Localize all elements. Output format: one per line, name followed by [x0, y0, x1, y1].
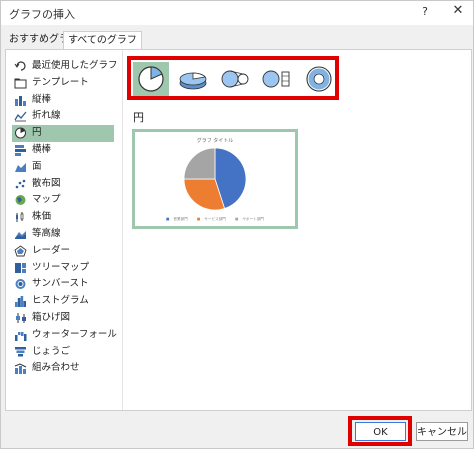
chart-type-label: サンバースト	[32, 278, 89, 290]
bar-chart-icon	[14, 144, 27, 156]
treemap-chart-icon	[14, 262, 27, 274]
pie-slice-3	[183, 147, 216, 180]
area-chart-icon	[14, 161, 27, 173]
chart-type-waterfall-chart[interactable]: ウォーターフォール	[12, 327, 117, 344]
histogram-chart-icon	[14, 295, 27, 308]
chart-type-label: ヒストグラム	[32, 295, 89, 307]
radar-chart-icon	[14, 245, 27, 257]
chart-type-bar-chart[interactable]: 横棒	[12, 142, 114, 159]
bar-of-pie-subtype-icon	[262, 70, 290, 88]
chart-type-box-whisker-chart[interactable]: 箱ひげ図	[12, 310, 114, 327]
chart-type-funnel-chart[interactable]: じょうご	[12, 344, 114, 361]
chart-type-label: 箱ひげ図	[32, 311, 71, 323]
chart-type-line-chart[interactable]: 折れ線	[12, 108, 114, 125]
chart-type-area-chart[interactable]: 面	[12, 159, 114, 176]
chart-type-label: ツリーマップ	[32, 261, 90, 273]
chart-type-scatter-chart[interactable]: 散布図	[12, 176, 114, 193]
3d-pie-subtype-button[interactable]	[175, 62, 211, 96]
chart-type-label: 等高線	[32, 227, 61, 239]
chart-type-label: 横棒	[32, 143, 52, 155]
sunburst-chart-icon	[14, 278, 27, 290]
chart-type-label: テンプレート	[32, 76, 89, 88]
chart-type-combo-chart[interactable]: 組み合わせ	[12, 360, 114, 377]
legend-item-1: ■ 営業部門	[165, 217, 188, 221]
chart-type-surface-chart[interactable]: 等高線	[12, 226, 114, 243]
divider	[122, 50, 123, 410]
section-title: 円	[133, 111, 144, 124]
waterfall-chart-icon	[14, 329, 27, 341]
help-button[interactable]: ?	[418, 5, 432, 21]
pie-subtype-icon	[138, 66, 164, 92]
close-button[interactable]: ✕	[449, 3, 467, 21]
chart-type-label: レーダー	[32, 244, 71, 256]
funnel-chart-icon	[14, 346, 27, 358]
chart-type-column-chart[interactable]: 縦棒	[12, 92, 114, 109]
legend-item-3: ■ サポート部門	[235, 217, 265, 221]
surface-chart-icon	[14, 228, 27, 240]
chart-type-label: 組み合わせ	[32, 362, 80, 374]
stock-chart-icon	[14, 211, 27, 223]
pie-chart-icon	[14, 127, 27, 139]
all-charts-panel: 最近使用したグラフ テンプレート 縦棒 折れ線円横棒面散布図 マップ 株価 等高線 レーダーツ…	[5, 49, 472, 411]
cancel-button[interactable]: キャンセル	[416, 422, 468, 441]
doughnut-subtype-button[interactable]	[301, 62, 337, 96]
map-chart-icon	[14, 194, 27, 206]
title-bar: グラフの挿入 ? ✕	[1, 1, 473, 25]
tab-all-charts[interactable]: すべてのグラフ	[63, 31, 142, 50]
chart-type-histogram-chart[interactable]: ヒストグラム	[12, 293, 114, 310]
chart-type-label: 株価	[32, 211, 52, 223]
3d-pie-subtype-icon	[179, 72, 207, 90]
recent-icon	[14, 60, 27, 72]
chart-type-list: 最近使用したグラフ テンプレート 縦棒折れ線円横棒面散布図マップ株価等高線レーダーツ…	[12, 58, 118, 377]
chart-type-radar-chart[interactable]: レーダー	[12, 243, 114, 260]
folder-icon	[14, 77, 27, 89]
chart-type-sunburst-chart[interactable]: サンバースト	[12, 276, 114, 293]
scatter-chart-icon	[14, 178, 27, 190]
insert-chart-dialog: グラフの挿入 ? ✕ おすすめグラフ すべてのグラフ 最近使用したグラフ テンプレ…	[0, 0, 474, 449]
legend-item-2: ■ サービス部門	[196, 217, 226, 221]
chart-type-label: じょうご	[32, 345, 71, 357]
preview-legend: ■ 営業部門 ■ サービス部門 ■ サポート部門	[135, 217, 295, 222]
chart-type-stock-chart[interactable]: 株価	[12, 209, 114, 226]
chart-preview[interactable]: グラフ タイトル ■ 営業部門 ■ サービス部門 ■ サポート部門	[132, 129, 298, 229]
pie-subtype-button[interactable]	[133, 62, 169, 96]
combo-chart-icon	[14, 362, 27, 375]
chart-type-label: 散布図	[32, 177, 61, 189]
chart-type-label: マップ	[32, 194, 61, 206]
chart-type-label: 最近使用したグラフ	[32, 60, 118, 71]
bar-of-pie-subtype-button[interactable]	[259, 62, 295, 96]
chart-type-label: 円	[32, 127, 42, 139]
ok-button[interactable]: OK	[355, 422, 406, 441]
chart-type-label: 縦棒	[32, 93, 52, 105]
chart-type-label: 折れ線	[32, 110, 61, 122]
doughnut-subtype-icon	[306, 66, 332, 92]
column-chart-icon	[14, 94, 27, 106]
chart-type-label: ウォーターフォール	[32, 328, 117, 340]
chart-type-folder[interactable]: テンプレート	[12, 75, 114, 92]
chart-type-recent[interactable]: 最近使用したグラフ	[12, 58, 118, 75]
chart-type-pie-chart[interactable]: 円	[12, 125, 114, 142]
line-chart-icon	[14, 110, 27, 122]
box-whisker-chart-icon	[14, 312, 27, 324]
chart-type-treemap-chart[interactable]: ツリーマップ	[12, 260, 114, 277]
chart-type-map-chart[interactable]: マップ	[12, 192, 114, 209]
pie-chart	[183, 147, 247, 211]
chart-type-label: 面	[32, 160, 42, 172]
dialog-title: グラフの挿入	[9, 8, 75, 21]
pie-of-pie-subtype-button[interactable]	[217, 62, 253, 96]
pie-of-pie-subtype-icon	[221, 70, 249, 88]
